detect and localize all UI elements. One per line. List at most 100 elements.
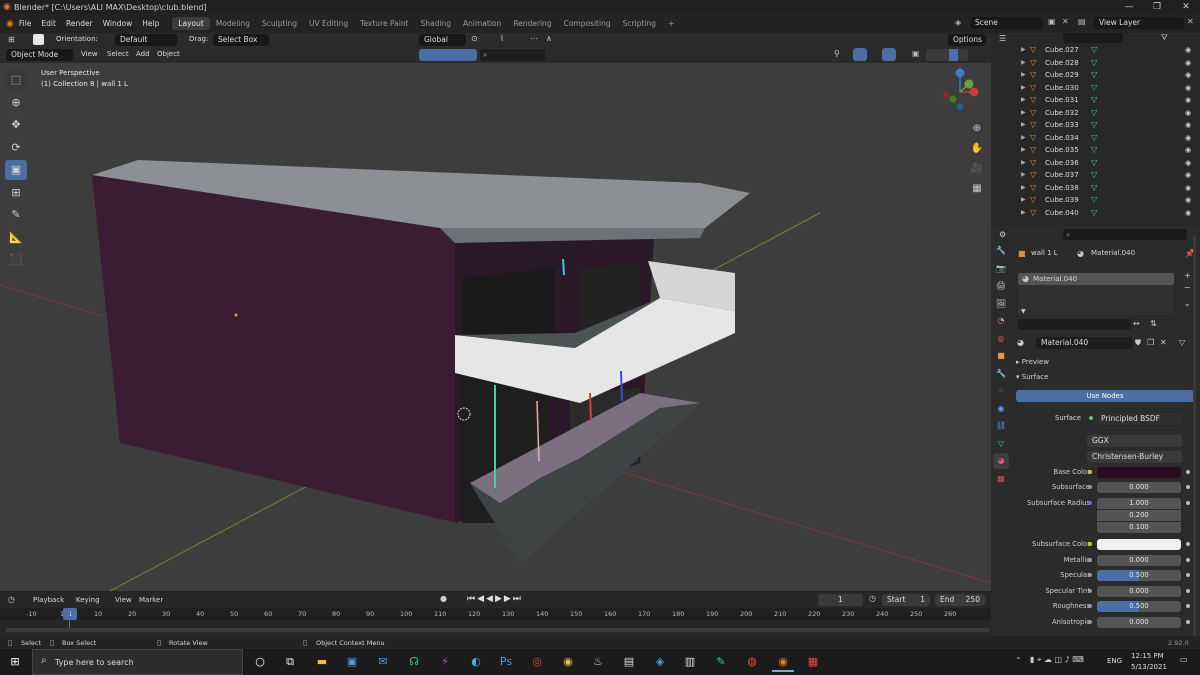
- chrome-icon[interactable]: ◉: [557, 652, 579, 672]
- visibility-eye-icon[interactable]: ◉: [1185, 182, 1191, 195]
- snap-icon[interactable]: ⌇: [500, 34, 504, 43]
- tray-icons[interactable]: ▮ ⌖ ☁ ◫ ♪ ⌨: [1030, 655, 1084, 665]
- surface-panel-header[interactable]: ▾ Surface: [1016, 373, 1048, 381]
- expand-arrow-icon[interactable]: ▶: [1021, 82, 1026, 95]
- menu-help[interactable]: Help: [137, 19, 164, 28]
- subsurface-radius-y[interactable]: 0.200: [1097, 510, 1181, 521]
- outliner-row[interactable]: ▶ ▽ Cube.030 ▽ ◉: [991, 82, 1200, 95]
- media-player-icon[interactable]: ◎: [526, 652, 548, 672]
- annotate-tool-icon[interactable]: ✎: [5, 205, 27, 225]
- visibility-eye-icon[interactable]: ◉: [1185, 107, 1191, 120]
- unlink-material-icon[interactable]: ✕: [1160, 338, 1167, 347]
- visibility-eye-icon[interactable]: ◉: [1185, 57, 1191, 70]
- preview-panel-header[interactable]: ▸ Preview: [1016, 358, 1049, 366]
- orientation-select[interactable]: Default: [115, 34, 177, 46]
- expand-arrow-icon[interactable]: ▶: [1021, 94, 1026, 107]
- blender-menu-icon[interactable]: ◉: [6, 19, 14, 29]
- steam-icon[interactable]: ♨: [587, 652, 609, 672]
- tool-tab-icon[interactable]: 🔧: [993, 243, 1009, 259]
- tab-compositing[interactable]: Compositing: [558, 17, 617, 30]
- cortana-icon[interactable]: ○: [249, 652, 271, 672]
- timeline-type-icon[interactable]: ◷: [8, 595, 15, 604]
- record-icon[interactable]: ●: [440, 594, 447, 603]
- physics-tab-icon[interactable]: ◉: [993, 401, 1009, 417]
- visibility-eye-icon[interactable]: ◉: [1185, 157, 1191, 170]
- gizmo-toggle-icon[interactable]: [853, 48, 867, 61]
- timeline-ruler[interactable]: -101102030405060708090100110120130140150…: [0, 608, 991, 620]
- specular-tint-field[interactable]: 0.000: [1097, 586, 1181, 597]
- view-layer-field[interactable]: View Layer: [1094, 17, 1184, 29]
- headset-app-icon[interactable]: ☊: [403, 652, 425, 672]
- drag-select[interactable]: Select Box: [213, 34, 269, 46]
- tab-layout[interactable]: Layout: [172, 17, 210, 30]
- material-slot-list[interactable]: ◕ Material.040: [1018, 273, 1174, 285]
- visibility-eye-icon[interactable]: ◉: [1185, 69, 1191, 82]
- blender-taskbar-icon[interactable]: ◉: [772, 652, 794, 672]
- menu-render[interactable]: Render: [61, 19, 98, 28]
- expand-arrow-icon[interactable]: ▶: [1021, 157, 1026, 170]
- clock-time[interactable]: 12:15 PM: [1131, 652, 1164, 660]
- anisotropic-keyframe[interactable]: [1186, 620, 1190, 624]
- distribution-select[interactable]: GGX: [1087, 435, 1182, 447]
- tray-chevron-icon[interactable]: ⌃: [1015, 656, 1022, 665]
- app-blue-icon[interactable]: ◈: [649, 652, 671, 672]
- windows-start-icon[interactable]: ⊞: [4, 652, 26, 672]
- alpha-sort-icon[interactable]: ⇅: [1150, 319, 1157, 328]
- expand-arrow-icon[interactable]: ▶: [1021, 207, 1026, 220]
- current-frame-field[interactable]: 1: [818, 594, 863, 606]
- photoshop-icon[interactable]: Ps: [495, 652, 517, 672]
- expand-arrow-icon[interactable]: ▶: [1021, 144, 1026, 157]
- app-red-icon[interactable]: ◍: [741, 652, 763, 672]
- app-purple-icon[interactable]: ⚡: [434, 652, 456, 672]
- maximize-button[interactable]: ❐: [1143, 0, 1171, 14]
- add-menu[interactable]: Add: [136, 50, 150, 58]
- subsurface-method-select[interactable]: Christensen-Burley: [1087, 451, 1182, 463]
- output-tab-icon[interactable]: 🖨: [993, 278, 1009, 294]
- view-layer-tab-icon[interactable]: 🖼: [993, 296, 1009, 312]
- app-green-icon[interactable]: ✎: [710, 652, 732, 672]
- preview-range-icon[interactable]: ◷: [869, 594, 876, 603]
- remove-slot-icon[interactable]: −: [1184, 283, 1191, 292]
- outliner-row[interactable]: ▶ ▽ Cube.038 ▽ ◉: [991, 182, 1200, 195]
- grid-icon[interactable]: ▦: [968, 180, 986, 198]
- specular-slider[interactable]: 0.500: [1097, 570, 1181, 581]
- outliner-search-input[interactable]: [1063, 33, 1123, 43]
- specular-tint-keyframe[interactable]: [1186, 589, 1190, 593]
- render-tab-icon[interactable]: 📷: [993, 261, 1009, 277]
- visibility-eye-icon[interactable]: ◉: [1185, 207, 1191, 220]
- scene-field[interactable]: Scene: [970, 17, 1043, 29]
- roughness-slider[interactable]: 0.500: [1097, 601, 1181, 612]
- playhead-frame[interactable]: 1: [63, 608, 77, 620]
- menu-edit[interactable]: Edit: [36, 19, 61, 28]
- tab-rendering[interactable]: Rendering: [507, 17, 557, 30]
- visibility-eye-icon[interactable]: ◉: [1185, 132, 1191, 145]
- tab-modeling[interactable]: Modeling: [210, 17, 256, 30]
- metallic-keyframe[interactable]: [1186, 558, 1190, 562]
- scene-tab-icon[interactable]: ◔: [993, 313, 1009, 329]
- camera-icon[interactable]: 🎥: [968, 160, 986, 178]
- material-link-icon[interactable]: ▽: [1179, 338, 1185, 347]
- object-tab-icon[interactable]: ■: [993, 348, 1009, 364]
- app-grid-icon[interactable]: ▦: [802, 652, 824, 672]
- metallic-field[interactable]: 0.000: [1097, 555, 1181, 566]
- constraints-tab-icon[interactable]: ⛓: [993, 418, 1009, 434]
- notifications-icon[interactable]: ▭: [1180, 655, 1188, 664]
- expand-arrow-icon[interactable]: ▶: [1021, 107, 1026, 120]
- outliner-row[interactable]: ▶ ▽ Cube.037 ▽ ◉: [991, 169, 1200, 182]
- task-view-icon[interactable]: ⧉: [279, 652, 301, 672]
- select-tool-icon[interactable]: ⬚: [5, 70, 27, 90]
- outliner-row[interactable]: ▶ ▽ Cube.034 ▽ ◉: [991, 132, 1200, 145]
- material-name-field[interactable]: Material.040: [1036, 337, 1133, 349]
- slot-filter-input[interactable]: [1018, 319, 1131, 330]
- measure-tool-icon[interactable]: 📐: [5, 228, 27, 248]
- file-explorer-icon[interactable]: ▬: [311, 652, 333, 672]
- roughness-keyframe[interactable]: [1186, 604, 1190, 608]
- subsurface-color-keyframe[interactable]: [1186, 542, 1190, 546]
- base-color-swatch[interactable]: [1097, 467, 1181, 478]
- keying-menu[interactable]: Keying: [76, 596, 100, 604]
- visibility-eye-icon[interactable]: ◉: [1185, 144, 1191, 157]
- subsurface-color-swatch[interactable]: [1097, 539, 1181, 550]
- visibility-eye-icon[interactable]: ◉: [1185, 194, 1191, 207]
- visibility-eye-icon[interactable]: ◉: [1185, 119, 1191, 132]
- shading-mode-buttons[interactable]: [926, 49, 968, 61]
